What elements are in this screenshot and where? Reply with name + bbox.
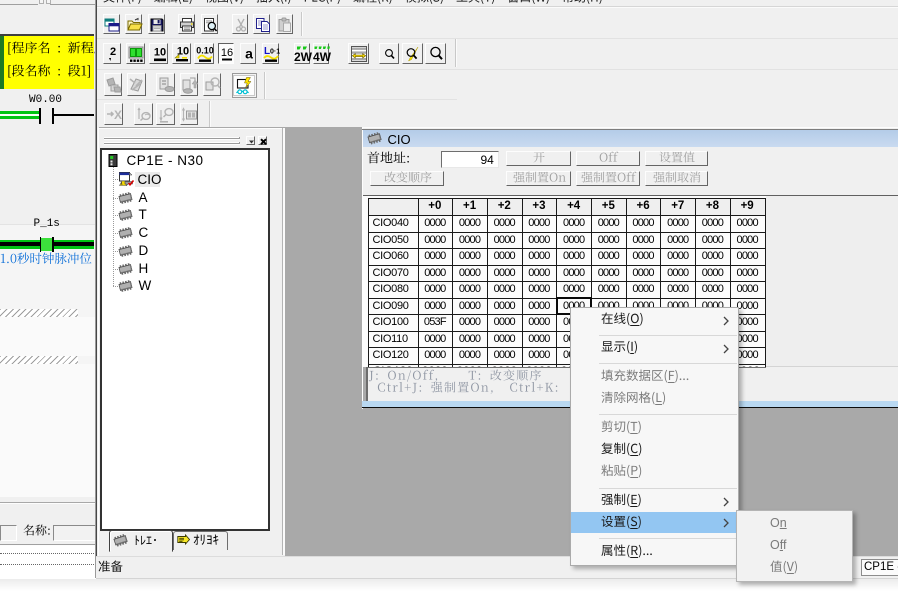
svg-text:2W: 2W xyxy=(294,50,312,64)
svg-text:a: a xyxy=(245,45,253,61)
svg-text:16: 16 xyxy=(221,47,233,59)
svg-text:2: 2 xyxy=(109,46,115,58)
svg-text:0·10: 0·10 xyxy=(270,48,280,55)
svg-text:X: X xyxy=(114,108,122,122)
svg-text:0.10: 0.10 xyxy=(196,45,214,55)
svg-text:4W: 4W xyxy=(313,50,331,64)
svg-text:10: 10 xyxy=(153,46,165,58)
